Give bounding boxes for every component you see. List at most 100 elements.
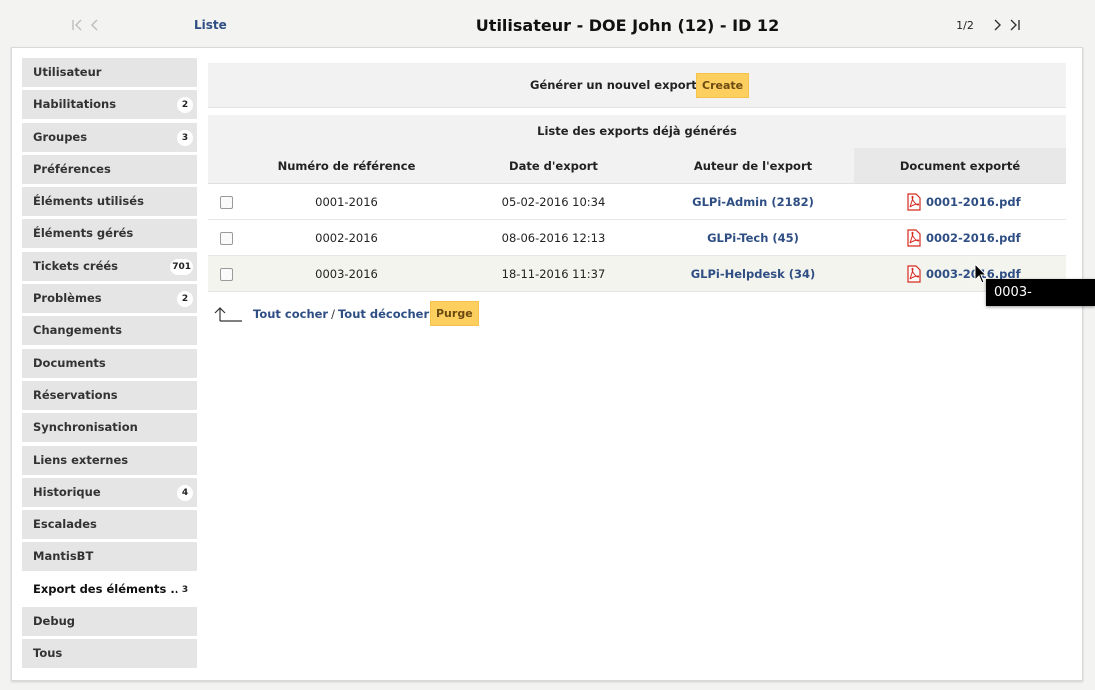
author-link[interactable]: GLPi-Helpdesk (34): [691, 267, 816, 281]
author-link[interactable]: GLPi-Tech (45): [707, 231, 799, 245]
checkbox-column-header: [208, 148, 238, 184]
create-button[interactable]: Create: [696, 73, 750, 98]
sidebar-tab-10[interactable]: Réservations: [22, 380, 197, 410]
sidebar-tab-label: Éléments utilisés: [33, 194, 144, 209]
column-header-document[interactable]: Document exporté: [854, 148, 1066, 184]
purge-button[interactable]: Purge: [430, 301, 479, 326]
count-badge: 4: [177, 484, 193, 501]
generate-export-label: Générer un nouvel export: [530, 78, 697, 92]
sidebar-tab-8[interactable]: Changements: [22, 316, 197, 346]
exports-table: Numéro de référence Date d'export Auteur…: [208, 148, 1066, 292]
reference-cell: 0002-2016: [238, 219, 455, 256]
sidebar-tab-label: Préférences: [33, 161, 111, 176]
mass-action-bar: Tout cocher / Tout décocher Purge: [208, 298, 1066, 332]
sidebar-tab-13[interactable]: Historique 4: [22, 477, 197, 507]
sidebar-tab-7[interactable]: Problèmes 2: [22, 284, 197, 314]
sidebar-tab-11[interactable]: Synchronisation: [22, 413, 197, 443]
row-checkbox-cell: [208, 183, 238, 220]
row-checkbox-cell: [208, 219, 238, 256]
sidebar-tab-16[interactable]: Export des éléments ... 3: [22, 574, 197, 604]
sidebar-tab-12[interactable]: Liens externes: [22, 445, 197, 475]
check-all-link[interactable]: Tout cocher: [253, 307, 328, 321]
document-link[interactable]: 0001-2016.pdf: [926, 195, 1021, 209]
date-cell: 18-11-2016 11:37: [455, 255, 652, 292]
date-cell: 05-02-2016 10:34: [455, 183, 652, 220]
author-cell: GLPi-Helpdesk (34): [652, 255, 854, 292]
pdf-icon[interactable]: [906, 192, 922, 211]
count-badge: 3: [177, 129, 193, 146]
column-header-reference[interactable]: Numéro de référence: [238, 148, 455, 184]
date-cell: 08-06-2016 12:13: [455, 219, 652, 256]
uncheck-all-link[interactable]: Tout décocher: [338, 307, 429, 321]
sidebar-tab-6[interactable]: Tickets créés 701: [22, 251, 197, 281]
sidebar-tab-label: Documents: [33, 355, 106, 370]
sidebar-tab-2[interactable]: Groupes 3: [22, 122, 197, 152]
next-page-icon[interactable]: [990, 16, 1004, 34]
row-checkbox[interactable]: [219, 195, 233, 209]
top-navigation-bar: Liste Utilisateur - DOE John (12) - ID 1…: [0, 0, 1095, 50]
count-badge: 2: [177, 291, 193, 308]
sidebar-tab-label: MantisBT: [33, 549, 94, 564]
sidebar-tab-18[interactable]: Tous: [22, 639, 197, 669]
count-badge: 2: [177, 97, 193, 114]
sidebar-tab-5[interactable]: Éléments gérés: [22, 219, 197, 249]
sidebar-tab-label: Liens externes: [33, 452, 129, 467]
document-cell: 0001-2016.pdf: [854, 183, 1066, 220]
sidebar-tab-label: Changements: [33, 323, 122, 338]
page-title: Utilisateur - DOE John (12) - ID 12: [475, 16, 780, 35]
file-tooltip: 0003-2016.pdf: [986, 279, 1095, 327]
table-row: 0002-2016 08-06-2016 12:13 GLPi-Tech (45) 0…: [208, 219, 1066, 256]
sidebar-tab-label: Export des éléments ...: [33, 581, 184, 596]
reference-cell: 0003-2016: [238, 255, 455, 292]
count-badge: 3: [177, 581, 193, 598]
sidebar-tab-14[interactable]: Escalades: [22, 510, 197, 540]
table-header-row: Numéro de référence Date d'export Auteur…: [208, 148, 1066, 184]
document-cell: 0002-2016.pdf: [854, 219, 1066, 256]
row-checkbox[interactable]: [219, 267, 233, 281]
sidebar-tab-4[interactable]: Éléments utilisés: [22, 187, 197, 217]
sidebar-tab-label: Problèmes: [33, 291, 102, 306]
document-link[interactable]: 0002-2016.pdf: [926, 231, 1021, 245]
sidebar-tab-3[interactable]: Préférences: [22, 154, 197, 184]
main-panel: Utilisateur Habilitations 2 Groupes 3 Préfére…: [11, 47, 1083, 681]
sidebar-tab-15[interactable]: MantisBT: [22, 542, 197, 572]
sidebar-tab-label: Tickets créés: [33, 258, 119, 273]
list-link[interactable]: Liste: [194, 18, 227, 32]
sidebar-tab-0[interactable]: Utilisateur: [22, 58, 197, 87]
sidebar-tab-label: Tous: [33, 646, 63, 661]
pager-count: 1/2: [956, 19, 974, 32]
count-badge: 701: [170, 258, 193, 275]
arrow-up-left-icon: [214, 305, 244, 323]
sidebar-tab-label: Habilitations: [33, 97, 117, 112]
row-checkbox[interactable]: [219, 231, 233, 245]
export-content: Générer un nouvel export Create Liste de…: [208, 63, 1066, 332]
column-header-date[interactable]: Date d'export: [455, 148, 652, 184]
sidebar-tab-label: Escalades: [33, 517, 97, 532]
sidebar-tab-label: Debug: [33, 614, 75, 629]
sidebar-tab-label: Réservations: [33, 387, 118, 402]
author-cell: GLPi-Tech (45): [652, 219, 854, 256]
sidebar-tab-label: Historique: [33, 484, 101, 499]
sidebar-tab-label: Groupes: [33, 129, 88, 144]
table-row: 0003-2016 18-11-2016 11:37 GLPi-Helpdesk (…: [208, 255, 1066, 292]
pdf-icon[interactable]: [906, 264, 922, 283]
generate-export-box: Générer un nouvel export Create: [208, 63, 1066, 108]
link-separator: /: [331, 307, 335, 321]
author-link[interactable]: GLPi-Admin (2182): [692, 195, 814, 209]
sidebar-tab-label: Éléments gérés: [33, 226, 134, 241]
row-checkbox-cell: [208, 255, 238, 292]
last-page-icon[interactable]: [1008, 16, 1022, 34]
column-header-author[interactable]: Auteur de l'export: [652, 148, 854, 184]
first-page-icon[interactable]: [70, 16, 84, 34]
pdf-icon[interactable]: [906, 228, 922, 247]
previous-page-icon[interactable]: [88, 16, 102, 34]
mouse-cursor-icon: [974, 262, 988, 285]
sidebar-tab-1[interactable]: Habilitations 2: [22, 90, 197, 120]
mass-selection-links: Tout cocher / Tout décocher: [253, 307, 429, 321]
sidebar-tab-9[interactable]: Documents: [22, 348, 197, 378]
sidebar-tabs: Utilisateur Habilitations 2 Groupes 3 Préfére…: [22, 58, 197, 672]
author-cell: GLPi-Admin (2182): [652, 183, 854, 220]
sidebar-tab-label: Utilisateur: [33, 65, 102, 79]
table-row: 0001-2016 05-02-2016 10:34 GLPi-Admin (218…: [208, 183, 1066, 220]
sidebar-tab-17[interactable]: Debug: [22, 607, 197, 637]
